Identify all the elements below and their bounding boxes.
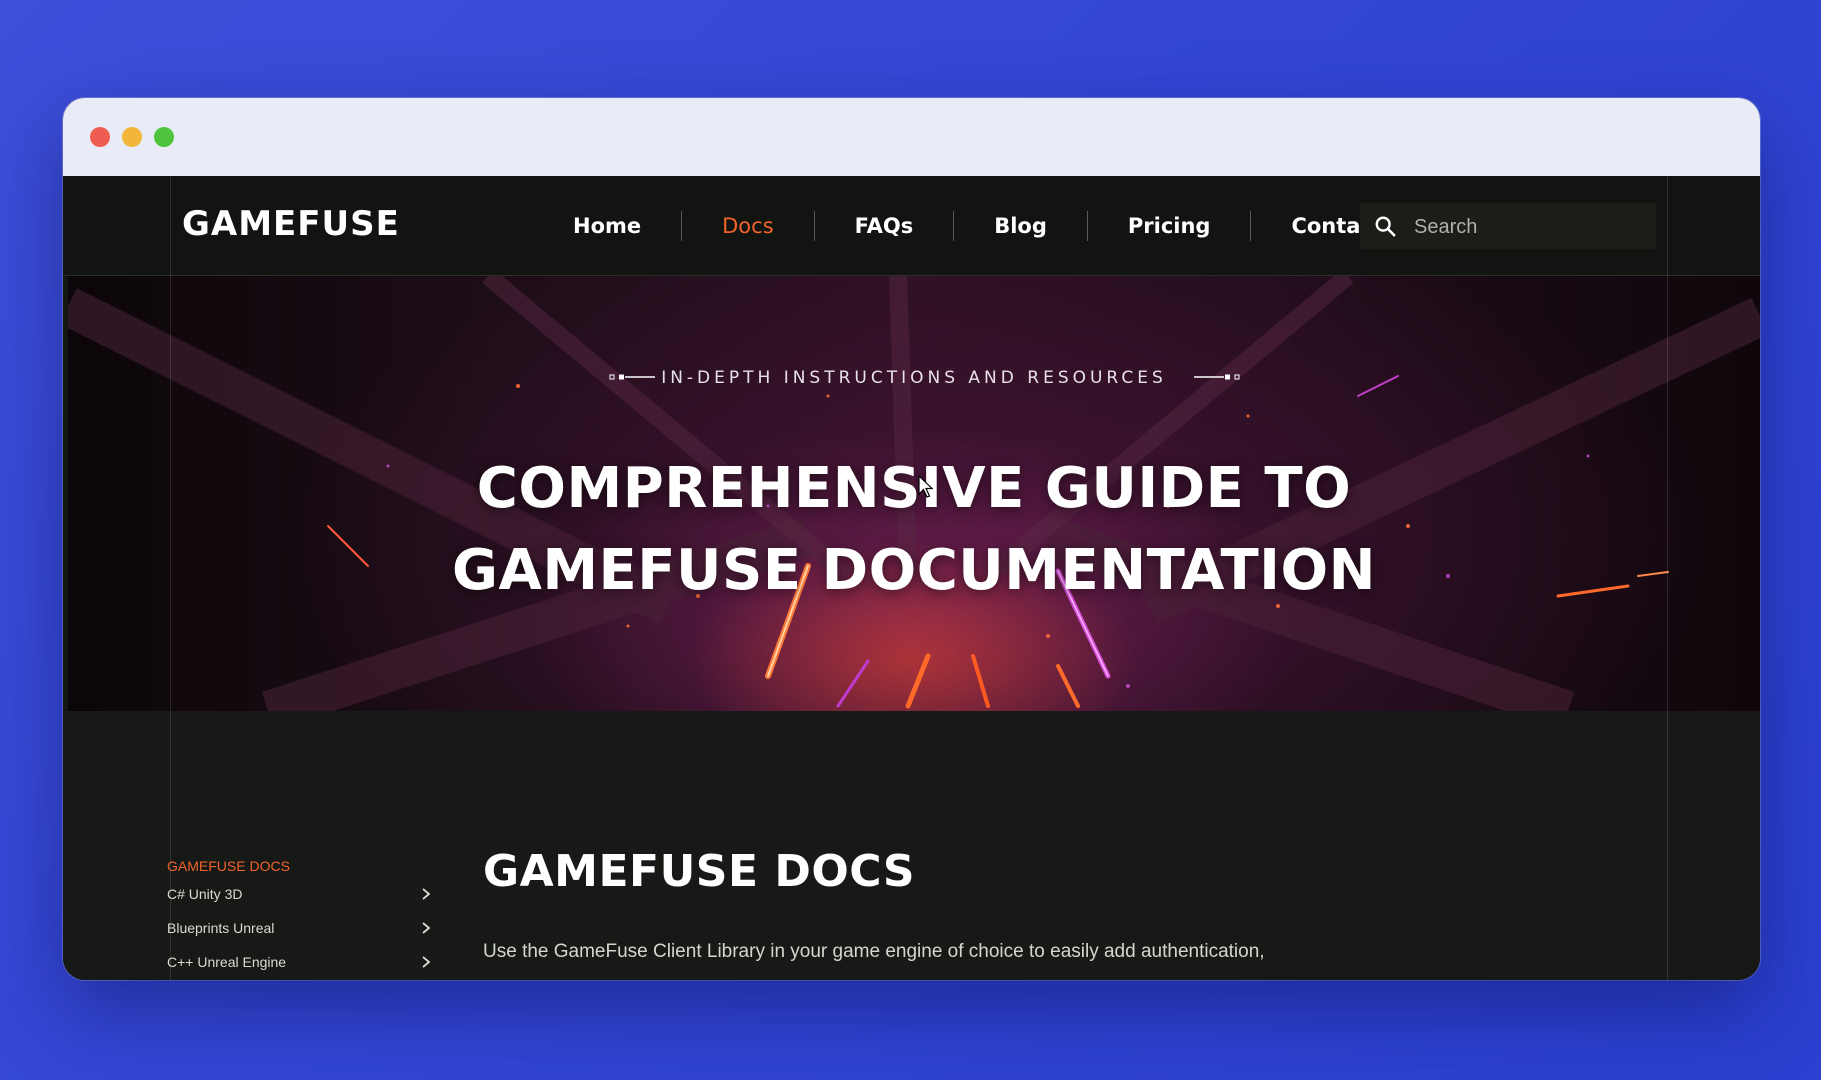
nav-pricing[interactable]: Pricing	[1088, 214, 1251, 238]
docs-title: GAMEFUSE DOCS	[483, 846, 916, 897]
search-box[interactable]	[1360, 203, 1656, 251]
sidebar-item-cpp-unreal[interactable]: C++ Unreal Engine	[167, 954, 437, 980]
chevron-right-icon[interactable]	[420, 955, 432, 969]
chevron-right-icon[interactable]	[420, 921, 432, 935]
maximize-window-button[interactable]	[154, 127, 174, 147]
site-logo[interactable]: GAMEFUSE	[182, 204, 400, 244]
nav-docs[interactable]: Docs	[682, 214, 814, 238]
layout-guide-right	[1667, 176, 1668, 980]
main-nav: Home Docs FAQs Blog Pricing Contact	[533, 176, 1423, 275]
browser-window: GAMEFUSE Home Docs FAQs Blog Pricing Con…	[63, 98, 1760, 980]
sidebar-item-label: C# Unity 3D	[167, 886, 243, 902]
sidebar-item-unity[interactable]: C# Unity 3D	[167, 886, 437, 920]
sidebar-heading[interactable]: GAMEFUSE DOCS	[167, 858, 437, 874]
layout-guide-left	[170, 176, 171, 980]
close-window-button[interactable]	[90, 127, 110, 147]
sidebar-item-label: Blueprints Unreal	[167, 920, 275, 936]
window-titlebar	[63, 98, 1760, 176]
site-header: GAMEFUSE Home Docs FAQs Blog Pricing Con…	[63, 176, 1760, 276]
minimize-window-button[interactable]	[122, 127, 142, 147]
docs-intro: Use the GameFuse Client Library in your …	[483, 941, 1265, 962]
chevron-right-icon[interactable]	[420, 887, 432, 901]
search-input[interactable]	[1412, 203, 1646, 251]
hero-title-line-2: GAMEFUSE DOCUMENTATION	[452, 538, 1376, 603]
hero-title-line-1: COMPREHENSIVE GUIDE TO	[476, 456, 1352, 521]
hero-title: COMPREHENSIVE GUIDE TO GAMEFUSE DOCUMENT…	[68, 448, 1760, 612]
website: GAMEFUSE Home Docs FAQs Blog Pricing Con…	[63, 176, 1760, 980]
nav-blog[interactable]: Blog	[954, 214, 1087, 238]
eyebrow-decoration-right	[1194, 374, 1240, 380]
hero-banner: IN-DEPTH INSTRUCTIONS AND RESOURCES COMP…	[68, 276, 1760, 711]
sidebar-item-blueprints-unreal[interactable]: Blueprints Unreal	[167, 920, 437, 954]
sidebar-item-label: C++ Unreal Engine	[167, 954, 287, 970]
docs-section: GAMEFUSE DOCS C# Unity 3D Blueprints Unr…	[63, 711, 1760, 980]
mouse-pointer-icon	[918, 475, 934, 498]
docs-sidebar: GAMEFUSE DOCS C# Unity 3D Blueprints Unr…	[167, 858, 437, 980]
nav-home[interactable]: Home	[533, 214, 681, 238]
search-icon[interactable]	[1374, 215, 1396, 237]
nav-faqs[interactable]: FAQs	[815, 214, 954, 238]
hero-eyebrow: IN-DEPTH INSTRUCTIONS AND RESOURCES	[661, 368, 1167, 388]
